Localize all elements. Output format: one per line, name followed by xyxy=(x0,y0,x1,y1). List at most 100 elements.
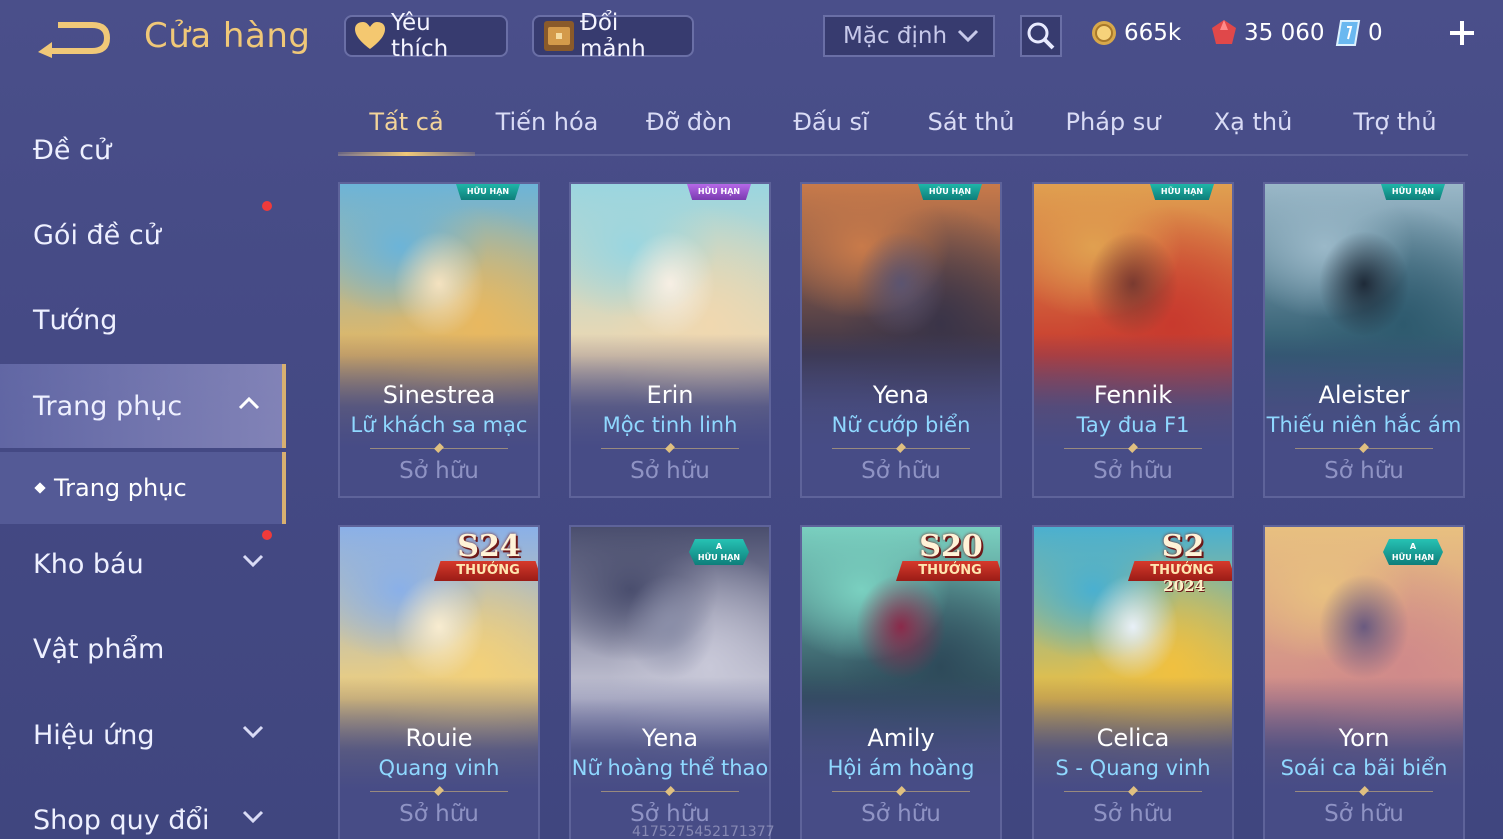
tab-marksman[interactable]: Xạ thủ xyxy=(1192,108,1314,152)
active-tab-indicator xyxy=(338,152,475,156)
skin-card[interactable]: S20 THƯỞNG HẠNG Amily Hội ám hoàng Sở hữu xyxy=(800,525,1002,839)
limited-badge: HỮU HẠN xyxy=(1150,184,1214,200)
grade-letter: A xyxy=(1409,542,1417,551)
skin-name: Quang vinh xyxy=(378,756,500,780)
chevron-down-icon xyxy=(242,725,264,739)
skin-name: Nữ cướp biển xyxy=(831,413,971,437)
hero-name: Yena xyxy=(872,381,930,409)
fragment-exchange-button[interactable]: Đổi mảnh xyxy=(532,10,694,62)
skin-card[interactable]: A HỮU HẠN Yorn Soái ca bãi biển Sở hữu xyxy=(1263,525,1465,839)
skin-name: Thiếu niên hắc ám xyxy=(1266,413,1462,437)
sidebar-item-skins[interactable]: Trang phục xyxy=(0,364,286,448)
skin-card[interactable]: S2 THƯỞNG HẠNG 2024 Celica S - Quang vinh Sở … xyxy=(1032,525,1234,839)
owned-status: Sở hữu xyxy=(1093,458,1173,484)
sidebar-item-label: Kho báu xyxy=(33,548,144,580)
season-label: S2 xyxy=(1161,529,1205,564)
owned-status: Sở hữu xyxy=(630,458,710,484)
grade-a-badge: A HỮU HẠN xyxy=(689,539,749,565)
skin-card[interactable]: HỮU HẠN Yena Nữ cướp biển Sở hữu xyxy=(800,182,1002,498)
skin-name: Mộc tinh linh xyxy=(602,413,738,437)
sidebar-subitem-skins[interactable]: Trang phục xyxy=(0,452,286,524)
sort-value: Mặc định xyxy=(843,23,948,49)
tab-assassin[interactable]: Sát thủ xyxy=(910,108,1032,152)
skin-name: Soái ca bãi biển xyxy=(1280,756,1448,780)
skin-card[interactable]: HỮU HẠN Erin Mộc tinh linh Sở hữu xyxy=(569,182,771,498)
skin-card[interactable]: A HỮU HẠN Yena Nữ hoàng thể thao Sở hữu xyxy=(569,525,771,839)
skin-card[interactable]: S24 THƯỞNG HẠNG Rouie Quang vinh Sở hữu xyxy=(338,525,540,839)
ruby-amount: 35 060 xyxy=(1244,20,1325,46)
sort-dropdown[interactable]: Mặc định xyxy=(823,15,995,57)
skin-name: S - Quang vinh xyxy=(1055,756,1211,780)
grade-letter: A xyxy=(715,542,723,551)
voucher-icon xyxy=(1334,19,1362,47)
limited-badge: HỮU HẠN xyxy=(687,184,751,200)
plus-icon xyxy=(1450,21,1474,45)
owned-status: Sở hữu xyxy=(861,801,941,827)
gold-amount: 665k xyxy=(1124,20,1182,46)
tab-fighter[interactable]: Đấu sĩ xyxy=(770,108,892,152)
chevron-down-icon xyxy=(242,810,264,824)
owned-status: Sở hữu xyxy=(861,458,941,484)
tab-all[interactable]: Tất cả xyxy=(338,108,475,152)
tab-support[interactable]: Trợ thủ xyxy=(1334,108,1456,152)
sidebar-item-heroes[interactable]: Tướng xyxy=(0,278,286,362)
sidebar: Đề cử Gói đề cử Tướng Trang phục Trang p… xyxy=(0,100,286,839)
owned-status: Sở hữu xyxy=(1324,458,1404,484)
notification-dot xyxy=(262,201,272,211)
top-bar: Cửa hàng Yêu thích Đổi mảnh Mặc định 665… xyxy=(0,0,1503,78)
gold-currency: 665k xyxy=(1090,16,1181,50)
hero-name: Erin xyxy=(646,381,694,409)
skin-name: Nữ hoàng thể thao xyxy=(571,756,769,780)
owned-status: Sở hữu xyxy=(399,458,479,484)
sidebar-item-label: Trang phục xyxy=(33,390,183,422)
owned-status: Sở hữu xyxy=(1324,801,1404,827)
sidebar-subitem-label: Trang phục xyxy=(54,474,187,502)
skin-name: Lữ khách sa mạc xyxy=(350,413,528,437)
skin-name: Hội ám hoàng xyxy=(827,756,975,780)
hero-name: Yorn xyxy=(1338,724,1390,752)
ruby-currency: 35 060 xyxy=(1210,16,1324,50)
favorites-button[interactable]: Yêu thích xyxy=(344,10,508,62)
rank-reward-label: THƯỞNG HẠNG xyxy=(434,561,538,581)
hero-name: Fennik xyxy=(1093,381,1173,409)
tab-evolution[interactable]: Tiến hóa xyxy=(486,108,608,152)
skin-name: Tay đua F1 xyxy=(1076,413,1190,437)
add-currency-button[interactable] xyxy=(1445,16,1479,50)
rank-reward-badge: S2 THƯỞNG HẠNG 2024 xyxy=(1126,527,1232,597)
tab-mage[interactable]: Pháp sư xyxy=(1052,108,1174,152)
sidebar-item-label: Gói đề cử xyxy=(33,219,161,251)
chest-icon xyxy=(542,19,576,53)
page-title: Cửa hàng xyxy=(144,16,311,56)
tab-tank[interactable]: Đỡ đòn xyxy=(628,108,750,152)
ruby-icon xyxy=(1210,19,1238,47)
grade-a-badge: A HỮU HẠN xyxy=(1383,539,1443,565)
gold-coin-icon xyxy=(1090,19,1118,47)
sidebar-item-effects[interactable]: Hiệu ứng xyxy=(0,693,286,777)
fragment-label: Đổi mảnh xyxy=(580,10,646,62)
rank-reward-badge: S20 THƯỞNG HẠNG xyxy=(894,527,1000,597)
hero-name: Celica xyxy=(1096,724,1170,752)
sidebar-item-label: Tướng xyxy=(33,304,118,336)
sidebar-item-treasure[interactable]: Kho báu xyxy=(0,522,286,606)
search-button[interactable] xyxy=(1020,15,1062,57)
category-tabs: Tất cả Tiến hóa Đỡ đòn Đấu sĩ Sát thủ Ph… xyxy=(338,100,1468,156)
season-label: S20 xyxy=(919,529,983,564)
bullet-diamond-icon xyxy=(34,482,46,494)
watermark: 4175275452171377 xyxy=(632,824,775,839)
limited-badge: HỮU HẠN xyxy=(1381,184,1445,200)
skin-card[interactable]: HỮU HẠN Aleister Thiếu niên hắc ám Sở hữu xyxy=(1263,182,1465,498)
hero-name: Rouie xyxy=(405,724,473,752)
sidebar-item-recommended[interactable]: Đề cử xyxy=(0,108,286,192)
sidebar-item-label: Đề cử xyxy=(33,134,112,166)
skin-card[interactable]: HỮU HẠN Sinestrea Lữ khách sa mạc Sở hữu xyxy=(338,182,540,498)
owned-status: Sở hữu xyxy=(1093,801,1173,827)
hero-name: Aleister xyxy=(1318,381,1410,409)
back-button[interactable] xyxy=(34,18,112,64)
favorites-label: Yêu thích xyxy=(390,10,449,62)
skin-grid: HỮU HẠN Sinestrea Lữ khách sa mạc Sở hữu HỮU… xyxy=(338,182,1468,839)
sidebar-item-items[interactable]: Vật phẩm xyxy=(0,607,286,691)
owned-status: Sở hữu xyxy=(399,801,479,827)
sidebar-item-recommended-packs[interactable]: Gói đề cử xyxy=(0,193,286,277)
skin-card[interactable]: HỮU HẠN Fennik Tay đua F1 Sở hữu xyxy=(1032,182,1234,498)
sidebar-item-exchange-shop[interactable]: Shop quy đổi xyxy=(0,778,286,839)
